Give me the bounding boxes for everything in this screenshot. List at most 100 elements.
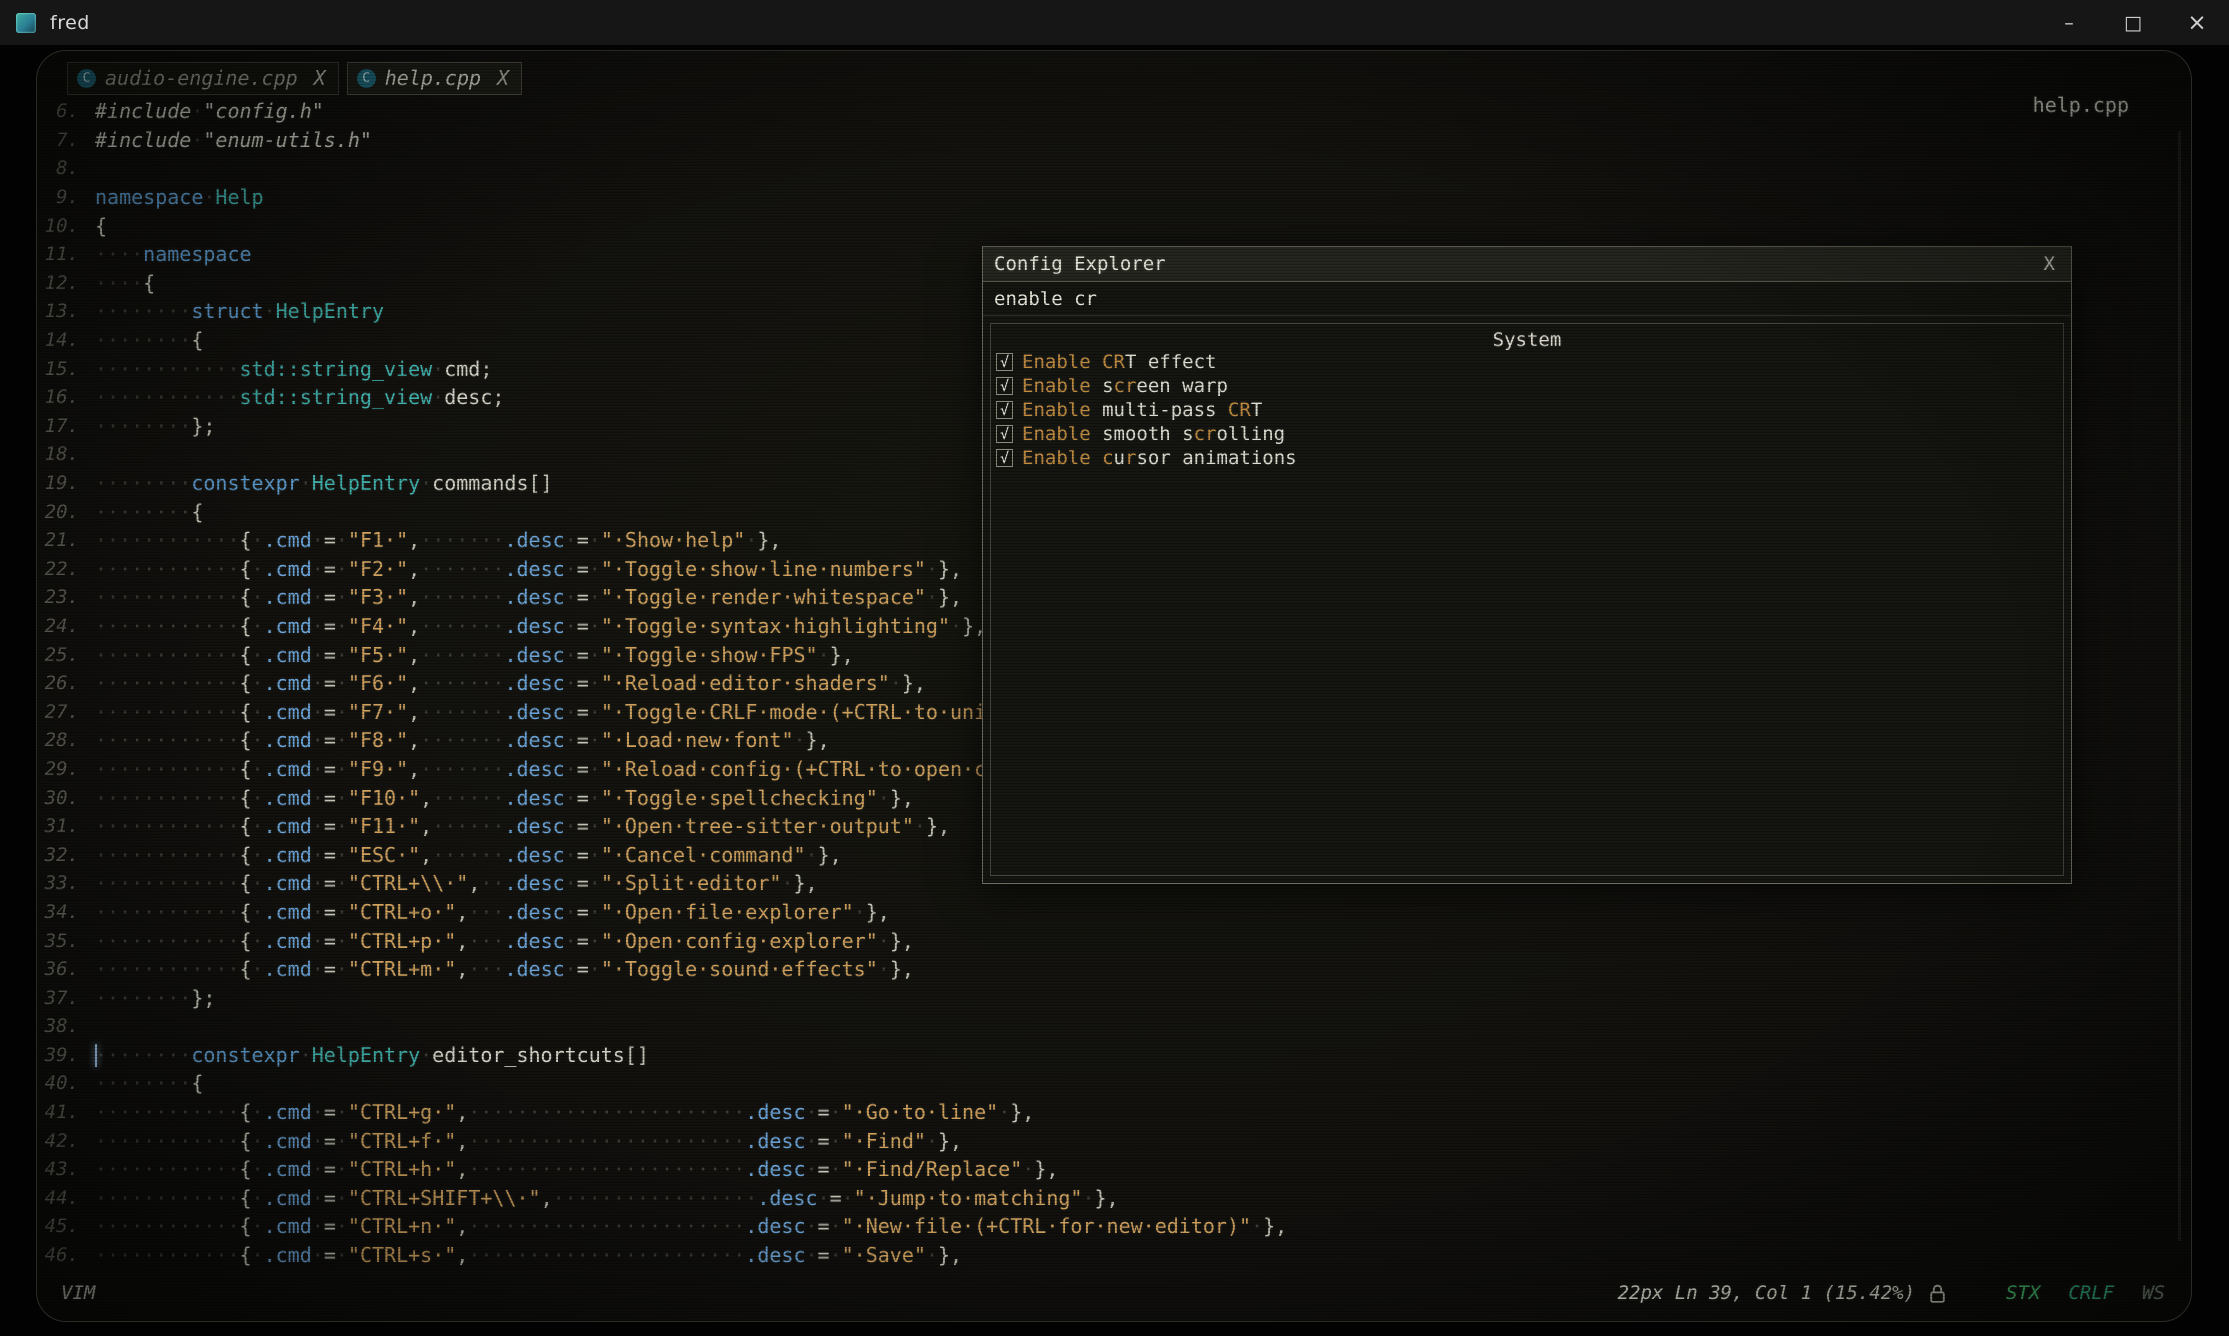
code-token: "·Open·tree-sitter·output": [601, 814, 914, 838]
code-line[interactable]: 7.#include·"enum-utils.h": [37, 126, 2191, 155]
code-line[interactable]: 44.············{·.cmd·=·"CTRL+SHIFT+\\·"…: [37, 1184, 2191, 1213]
code-line[interactable]: 34.············{·.cmd·=·"CTRL+o·",···.de…: [37, 898, 2191, 927]
code-line[interactable]: 43.············{·.cmd·=·"CTRL+h·",······…: [37, 1155, 2191, 1184]
line-number: 21.: [37, 529, 89, 551]
popup-close-icon[interactable]: X: [2039, 253, 2060, 275]
code-line[interactable]: 6.#include·"config.h": [37, 97, 2191, 126]
code-token: ·: [806, 1129, 818, 1153]
code-token: ·: [565, 757, 577, 781]
code-token: HelpEntry: [312, 471, 420, 495]
code-token: ·: [589, 786, 601, 810]
config-item[interactable]: √Enable CRT effect: [991, 350, 2063, 374]
code-token: ·······: [420, 700, 504, 724]
config-item-list: √Enable CRT effect√Enable screen warp√En…: [991, 350, 2063, 470]
code-text: ············{·.cmd·=·"CTRL+\\·",··.desc·…: [95, 871, 818, 895]
maximize-button[interactable]: □: [2101, 0, 2165, 45]
code-token: .cmd: [264, 843, 312, 867]
code-token: ·: [312, 585, 324, 609]
code-token: ·: [336, 700, 348, 724]
checkbox-checked-icon[interactable]: √: [996, 449, 1013, 467]
code-line[interactable]: 45.············{·.cmd·=·"CTRL+n·",······…: [37, 1212, 2191, 1241]
code-token: ············: [95, 700, 240, 724]
tab-close-icon[interactable]: X: [314, 66, 326, 90]
code-text: ········};: [95, 414, 215, 438]
code-token: .cmd: [264, 757, 312, 781]
code-token: ,: [408, 728, 420, 752]
code-token: ········: [95, 471, 191, 495]
code-line[interactable]: 39.········constexpr·HelpEntry·editor_sh…: [37, 1041, 2191, 1070]
code-text: ············std::string_view·cmd;: [95, 357, 492, 381]
code-token: =: [577, 614, 589, 638]
code-token: {: [240, 757, 252, 781]
code-token: commands: [432, 471, 528, 495]
code-token: ········: [95, 500, 191, 524]
close-button[interactable]: ×: [2165, 0, 2229, 45]
code-line[interactable]: 42.············{·.cmd·=·"CTRL+f·",······…: [37, 1126, 2191, 1155]
code-token: std::string_view: [240, 357, 433, 381]
line-number: 29.: [37, 758, 89, 780]
code-token: "·Load·new·font": [601, 728, 794, 752]
config-item[interactable]: √Enable multi-pass CRT: [991, 398, 2063, 422]
code-token: =: [324, 1157, 336, 1181]
code-token: .cmd: [264, 700, 312, 724]
status-flag-crlf: CRLF: [2068, 1282, 2114, 1304]
code-token: ·: [312, 1129, 324, 1153]
config-item[interactable]: √Enable cursor animations: [991, 446, 2063, 470]
config-item[interactable]: √Enable smooth scrolling: [991, 422, 2063, 446]
code-text: #include·"config.h": [95, 99, 324, 123]
minimize-button[interactable]: –: [2037, 0, 2101, 45]
status-flag-ws: WS: [2142, 1282, 2165, 1304]
config-search-input[interactable]: enable cr: [983, 282, 2071, 316]
code-line[interactable]: 35.············{·.cmd·=·"CTRL+p·",···.de…: [37, 926, 2191, 955]
tab-audio-engine.cpp[interactable]: Caudio-engine.cppX: [67, 62, 339, 95]
code-token: ·: [312, 1214, 324, 1238]
code-line[interactable]: 36.············{·.cmd·=·"CTRL+m·",···.de…: [37, 955, 2191, 984]
code-token: =: [577, 757, 589, 781]
code-token: .desc: [504, 585, 564, 609]
code-token: std::string_view: [240, 385, 433, 409]
code-line[interactable]: 46.············{·.cmd·=·"CTRL+s·",······…: [37, 1241, 2191, 1270]
code-text: ········constexpr·HelpEntry·editor_short…: [95, 1043, 649, 1067]
code-token: ·: [565, 671, 577, 695]
code-token: "·Jump·to·matching": [854, 1186, 1083, 1210]
code-line[interactable]: 10.{: [37, 211, 2191, 240]
code-token: "·Go·to·line": [842, 1100, 999, 1124]
code-token: ······: [432, 843, 504, 867]
tab-close-icon[interactable]: X: [497, 66, 509, 90]
code-token: ·: [336, 528, 348, 552]
code-token: ·: [793, 728, 805, 752]
code-token: "F11·": [348, 814, 420, 838]
editor-scrollbar[interactable]: [2178, 131, 2181, 1241]
code-token: .desc: [504, 871, 564, 895]
code-token: .desc: [504, 557, 564, 581]
code-token: {: [240, 900, 252, 924]
checkbox-checked-icon[interactable]: √: [996, 377, 1013, 395]
config-item[interactable]: √Enable screen warp: [991, 374, 2063, 398]
code-line[interactable]: 37.········};: [37, 983, 2191, 1012]
code-token: "·Toggle·show·line·numbers": [601, 557, 926, 581]
code-token: =: [324, 585, 336, 609]
checkbox-checked-icon[interactable]: √: [996, 401, 1013, 419]
code-token: =: [324, 728, 336, 752]
code-text: {: [95, 214, 107, 238]
code-token: ············: [95, 585, 240, 609]
code-line[interactable]: 9.namespace·Help: [37, 183, 2191, 212]
code-token: ·: [252, 871, 264, 895]
code-token: ·: [589, 843, 601, 867]
code-token: {: [240, 1214, 252, 1238]
checkbox-checked-icon[interactable]: √: [996, 425, 1013, 443]
code-token: ,: [468, 871, 480, 895]
checkbox-checked-icon[interactable]: √: [996, 353, 1013, 371]
code-token: ·: [312, 1157, 324, 1181]
code-token: ;: [492, 385, 504, 409]
code-token: ,: [408, 557, 420, 581]
code-token: ·: [252, 929, 264, 953]
code-line[interactable]: 8.: [37, 154, 2191, 183]
code-line[interactable]: 41.············{·.cmd·=·"CTRL+g·",······…: [37, 1098, 2191, 1127]
line-number: 26.: [37, 672, 89, 694]
code-line[interactable]: 40.········{: [37, 1069, 2191, 1098]
code-line[interactable]: 38.: [37, 1012, 2191, 1041]
code-token: =: [324, 671, 336, 695]
code-token: =: [324, 814, 336, 838]
tab-help.cpp[interactable]: Chelp.cppX: [347, 62, 522, 95]
